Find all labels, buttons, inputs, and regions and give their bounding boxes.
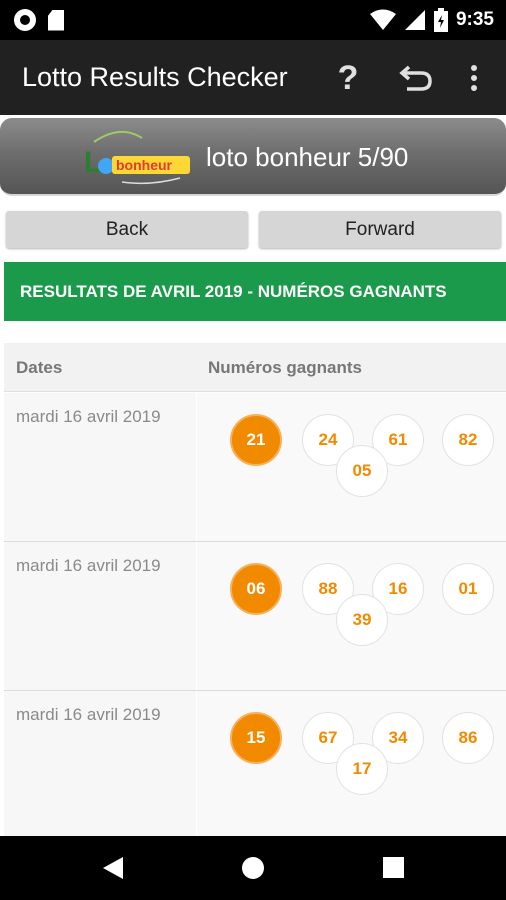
lottery-banner: L bonheur loto bonheur 5/90 [0,118,506,196]
table-header: Dates Numéros gagnants [4,343,506,392]
numbers-cell: 15 67 34 86 17 [197,691,506,836]
winning-number: 17 [336,743,388,795]
numbers-cell: 21 24 61 82 05 [197,393,506,541]
back-nav-icon[interactable] [102,856,124,880]
home-nav-icon[interactable] [241,856,265,880]
winning-number-main: 06 [230,563,282,615]
table-row: mardi 16 avril 2019 06 88 16 01 39 [4,542,506,691]
winning-number-main: 15 [230,712,282,764]
results-table[interactable]: Dates Numéros gagnants mardi 16 avril 20… [4,343,506,836]
recents-nav-icon[interactable] [383,857,404,878]
table-row: mardi 16 avril 2019 15 67 34 86 17 [4,691,506,836]
undo-icon [399,65,432,91]
system-navigation-bar [0,836,506,900]
column-header-numbers: Numéros gagnants [208,358,362,377]
winning-number: 82 [442,414,494,466]
overflow-menu-button[interactable] [452,56,496,100]
numbers-cell: 06 88 16 01 39 [197,542,506,690]
signal-icon [404,10,425,30]
column-header-dates: Dates [16,358,63,377]
logo-text: bonheur [116,157,173,173]
winning-number: 05 [336,445,388,497]
winning-number-main: 21 [230,414,282,466]
winning-number: 86 [442,712,494,764]
winning-number: 01 [442,563,494,615]
draw-date: mardi 16 avril 2019 [16,407,161,426]
notification-icon [14,9,36,31]
forward-button[interactable]: Forward [259,211,501,248]
status-bar: 9:35 [0,0,506,40]
draw-date: mardi 16 avril 2019 [16,705,161,724]
wifi-icon [369,9,396,30]
winning-number: 39 [336,594,388,646]
clock: 9:35 [455,9,494,30]
sd-card-icon [48,9,64,31]
table-row: mardi 16 avril 2019 21 24 61 82 05 [4,393,506,542]
date-cell: mardi 16 avril 2019 [4,691,196,836]
draw-date: mardi 16 avril 2019 [16,556,161,575]
date-cell: mardi 16 avril 2019 [4,542,196,690]
loto-bonheur-logo: L bonheur [84,131,190,185]
app-bar: Lotto Results Checker ? [0,40,506,115]
app-title: Lotto Results Checker [22,62,288,92]
date-cell: mardi 16 avril 2019 [4,393,196,541]
game-title: loto bonheur 5/90 [206,142,409,172]
battery-icon [433,8,448,32]
results-heading: RESULTATS DE AVRIL 2019 - NUMÉROS GAGNAN… [4,262,506,321]
more-vertical-icon [471,65,477,91]
back-button[interactable]: Back [6,211,248,248]
undo-button[interactable] [394,56,438,100]
help-button[interactable]: ? [326,56,370,100]
